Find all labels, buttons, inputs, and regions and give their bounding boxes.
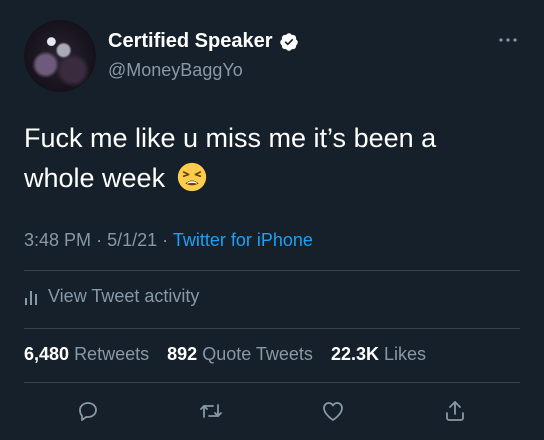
tweet-date[interactable]: 5/1/21 bbox=[107, 230, 157, 250]
tweet-time[interactable]: 3:48 PM bbox=[24, 230, 91, 250]
share-icon[interactable] bbox=[440, 396, 470, 426]
more-options-icon[interactable] bbox=[498, 34, 518, 44]
tweet-text-line-2: whole week bbox=[24, 163, 166, 193]
view-tweet-activity-link[interactable]: View Tweet activity bbox=[24, 286, 199, 307]
retweets-count: 6,480 bbox=[24, 344, 70, 364]
retweets-stat[interactable]: 6,480 Retweets bbox=[24, 344, 154, 364]
tweet-actions bbox=[0, 396, 544, 428]
divider bbox=[24, 382, 520, 383]
display-name-row[interactable]: Certified Speaker bbox=[108, 30, 299, 53]
display-name[interactable]: Certified Speaker bbox=[108, 30, 273, 53]
tweet-card: Certified Speaker @MoneyBaggYo Fuck me l… bbox=[0, 0, 544, 440]
likes-label: Likes bbox=[384, 344, 427, 364]
tweet-text: Fuck me like u miss me it’s been a whole… bbox=[24, 118, 524, 198]
quote-tweets-label: Quote Tweets bbox=[202, 344, 313, 364]
divider bbox=[24, 270, 520, 271]
reply-icon[interactable] bbox=[73, 396, 103, 426]
activity-label: View Tweet activity bbox=[48, 286, 200, 306]
quote-tweets-stat[interactable]: 892 Quote Tweets bbox=[167, 344, 318, 364]
likes-stat[interactable]: 22.3K Likes bbox=[331, 344, 426, 364]
meta-separator: · bbox=[96, 230, 103, 250]
tweet-meta: 3:48 PM · 5/1/21 · Twitter for iPhone bbox=[24, 230, 313, 251]
divider bbox=[24, 328, 520, 329]
tired-face-emoji bbox=[177, 162, 206, 192]
verified-badge-icon bbox=[279, 32, 298, 51]
retweet-icon[interactable] bbox=[196, 396, 226, 426]
analytics-icon bbox=[25, 290, 37, 305]
tweet-text-line-1: Fuck me like u miss me it’s been a bbox=[24, 123, 437, 153]
likes-count: 22.3K bbox=[330, 344, 380, 364]
tweet-source-link[interactable]: Twitter for iPhone bbox=[173, 230, 313, 250]
avatar[interactable] bbox=[24, 20, 96, 92]
quote-tweets-count: 892 bbox=[167, 344, 198, 364]
tweet-stats: 6,480 Retweets 892 Quote Tweets 22.3K Li… bbox=[24, 344, 426, 365]
like-icon[interactable] bbox=[318, 396, 348, 426]
user-handle[interactable]: @MoneyBaggYo bbox=[108, 60, 243, 81]
meta-separator: · bbox=[162, 230, 169, 250]
retweets-label: Retweets bbox=[74, 344, 150, 364]
